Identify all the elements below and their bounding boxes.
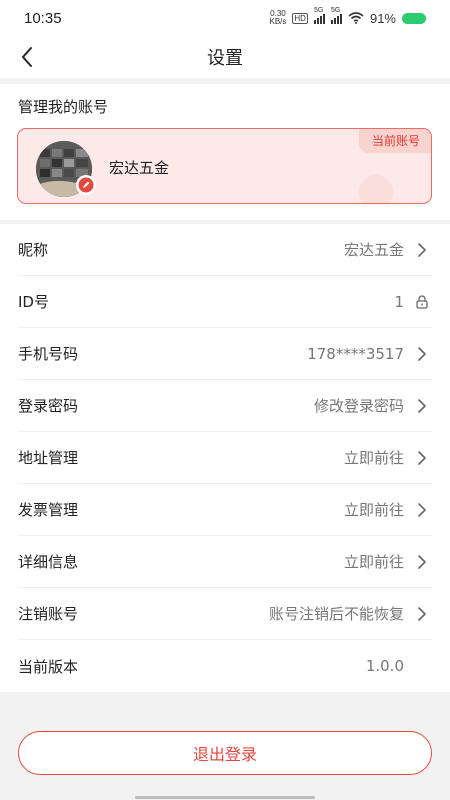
chevron-right-icon — [412, 396, 432, 416]
setting-value: 立即前往 — [343, 449, 404, 467]
setting-value: 修改登录密码 — [313, 397, 404, 415]
setting-label: 手机号码 — [18, 345, 79, 363]
wifi-icon — [348, 12, 364, 24]
setting-value: 1 — [394, 292, 404, 311]
chevron-right-icon — [412, 448, 432, 468]
network-speed: 0.30 KB/s — [269, 9, 287, 26]
page-title: 设置 — [207, 48, 243, 69]
battery-percent: 91% — [369, 10, 396, 26]
setting-row-nickname[interactable]: 昵称 宏达五金 — [18, 224, 432, 276]
chevron-right-icon — [412, 552, 432, 572]
setting-value: 立即前往 — [343, 501, 404, 519]
current-account-badge: 当前账号 — [358, 129, 431, 153]
signal-icon: 5G — [330, 7, 342, 24]
setting-row-details[interactable]: 详细信息 立即前往 — [18, 536, 432, 588]
battery-icon — [402, 12, 426, 24]
setting-label: 注销账号 — [18, 605, 79, 623]
account-name: 宏达五金 — [109, 159, 170, 177]
setting-row-version: 当前版本 1.0.0 — [18, 640, 432, 692]
card-decoration — [359, 175, 393, 203]
setting-label: 当前版本 — [18, 657, 79, 676]
signal-icon: 5G — [313, 7, 325, 24]
setting-row-address[interactable]: 地址管理 立即前往 — [18, 432, 432, 484]
setting-value: 1.0.0 — [365, 657, 404, 675]
section-title: 管理我的账号 — [18, 98, 109, 116]
setting-value: 178****3517 — [307, 344, 404, 363]
chevron-right-icon — [412, 240, 432, 260]
setting-label: 登录密码 — [18, 397, 79, 415]
account-card[interactable]: 当前账号 宏达五金 — [17, 128, 432, 204]
setting-row-phone[interactable]: 手机号码 178****3517 — [18, 328, 432, 380]
hd-icon: HD — [292, 12, 308, 24]
chevron-right-icon — [412, 604, 432, 624]
chevron-right-icon — [412, 500, 432, 520]
status-icons: 0.30 KB/s HD 5G 5G 91% — [269, 7, 426, 26]
setting-label: ID号 — [18, 293, 49, 311]
lock-icon — [412, 292, 432, 312]
chevron-right-icon — [412, 344, 432, 364]
logout-button[interactable]: 退出登录 — [18, 731, 432, 775]
settings-list: 昵称 宏达五金 ID号 1 手机号码 178****3517 登录密码 修改登录… — [0, 224, 450, 692]
setting-label: 地址管理 — [18, 449, 79, 467]
setting-value: 账号注销后不能恢复 — [268, 605, 404, 623]
setting-label: 昵称 — [18, 241, 49, 259]
edit-avatar-icon[interactable] — [76, 175, 96, 195]
setting-value: 立即前往 — [343, 553, 404, 571]
home-indicator[interactable] — [135, 796, 315, 799]
setting-row-invoice[interactable]: 发票管理 立即前往 — [18, 484, 432, 536]
setting-row-cancel-account[interactable]: 注销账号 账号注销后不能恢复 — [18, 588, 432, 640]
setting-value: 宏达五金 — [343, 241, 404, 259]
setting-label: 详细信息 — [18, 553, 79, 571]
setting-row-password[interactable]: 登录密码 修改登录密码 — [18, 380, 432, 432]
setting-row-id: ID号 1 — [18, 276, 432, 328]
status-time: 10:35 — [24, 9, 62, 27]
setting-label: 发票管理 — [18, 501, 79, 519]
status-bar: 10:35 0.30 KB/s HD 5G 5G 91% — [0, 0, 450, 36]
app-header: 设置 — [0, 36, 450, 78]
account-section: 管理我的账号 当前账号 宏达五金 — [0, 84, 450, 220]
